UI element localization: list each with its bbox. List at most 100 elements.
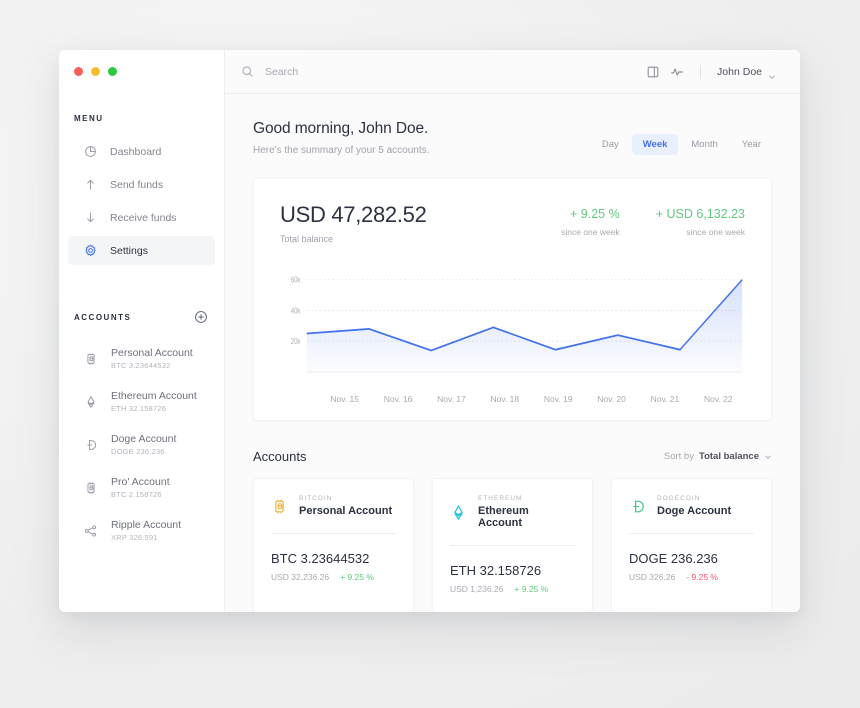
chart-area-fill (306, 279, 743, 372)
account-name: Personal Account (299, 505, 393, 517)
accounts-section-header: ACCOUNTS (59, 310, 224, 324)
tab-week[interactable]: Week (631, 134, 679, 155)
balance-stats: + 9.25 % since one week + USD 6,132.23 s… (561, 202, 745, 237)
tab-day[interactable]: Day (591, 134, 630, 155)
stat-value: + USD 6,132.23 (655, 207, 745, 221)
account-balance: DOGE 236.236 (111, 447, 165, 456)
list-item[interactable]: Personal Account BTC 3.23644532 (59, 337, 224, 380)
stat-absolute-change: + USD 6,132.23 since one week (656, 207, 745, 237)
minimize-window-button[interactable] (91, 67, 100, 76)
gear-icon (84, 244, 97, 257)
account-balance: BTC 3.23644532 (111, 361, 171, 370)
maximize-window-button[interactable] (108, 67, 117, 76)
main-content: John Doe Good morning, John Doe. Here's … (225, 50, 800, 612)
stat-period: since one week (686, 227, 745, 237)
divider (629, 533, 754, 534)
chart-x-label: Nov. 18 (490, 394, 520, 404)
account-card-ethereum[interactable]: ETHEREUM Ethereum Account ETH 32.158726 … (432, 478, 593, 612)
user-name: John Doe (717, 65, 762, 78)
tab-month[interactable]: Month (680, 134, 728, 155)
balance-row: USD 47,282.52 Total balance + 9.25 % sin… (280, 202, 745, 244)
chart-x-label: Nov. 20 (597, 394, 626, 404)
chart-y-tick-labels: 20k 40k 60k (291, 275, 301, 347)
accounts-section-label: ACCOUNTS (74, 312, 132, 322)
bitcoin-icon (84, 352, 98, 366)
account-balance: ETH 32.158726 (111, 404, 167, 413)
window-traffic-lights (59, 50, 224, 76)
account-name: Pro' Account (111, 476, 170, 488)
chart-x-tick-labels: Nov. 15 Nov. 16 Nov. 17 Nov. 18 Nov. 19 Nov. … (318, 394, 745, 404)
sidebar-item-dashboard[interactable]: Dashboard (68, 137, 215, 166)
search-input[interactable] (265, 65, 485, 78)
chevron-down-icon (764, 453, 772, 461)
account-change: + 9.25 % (514, 584, 549, 594)
sidebar-item-send-funds[interactable]: Send funds (68, 170, 215, 199)
sidebar-item-label: Receive funds (110, 211, 177, 224)
account-balance: BTC 2.158726 (111, 490, 162, 499)
total-balance-block: USD 47,282.52 Total balance (280, 202, 427, 244)
account-change: - 9.25 % (686, 572, 718, 582)
account-name: Ethereum Account (111, 390, 197, 402)
plus-circle-icon[interactable] (194, 310, 208, 324)
account-fiat-value: USD 326.26 (629, 572, 676, 582)
account-amount: DOGE 236.236 (629, 551, 718, 566)
balance-chart: 20k 40k 60k (280, 266, 745, 386)
pie-chart-icon (84, 145, 97, 158)
activity-icon[interactable] (670, 65, 684, 79)
user-menu[interactable]: John Doe (717, 65, 776, 79)
chart-svg: 20k 40k 60k (291, 275, 743, 373)
account-cards-row: BITCOIN Personal Account BTC 3.23644532 … (253, 478, 772, 612)
ripple-icon (84, 524, 98, 538)
account-amount: ETH 32.158726 (450, 563, 542, 578)
chevron-down-icon (768, 68, 776, 79)
period-tabs: Day Week Month Year (591, 134, 772, 155)
sidebar-item-receive-funds[interactable]: Receive funds (68, 203, 215, 232)
account-name: Personal Account (111, 347, 193, 359)
tab-year[interactable]: Year (731, 134, 772, 155)
arrow-down-icon (84, 211, 97, 224)
sort-by-prefix: Sort by (663, 451, 694, 462)
chart-x-label: Nov. 21 (650, 394, 680, 404)
arrow-up-icon (84, 178, 97, 191)
list-item[interactable]: Ethereum Account ETH 32.158726 (59, 380, 224, 423)
sidebar-menu: Dashboard Send funds Receive funds Setti… (59, 137, 224, 265)
account-card-header: ETHEREUM Ethereum Account (450, 495, 575, 529)
sidebar-item-settings[interactable]: Settings (68, 236, 215, 265)
account-name: Doge Account (657, 505, 732, 517)
account-card-bitcoin[interactable]: BITCOIN Personal Account BTC 3.23644532 … (253, 478, 414, 612)
search-icon (241, 65, 254, 78)
account-card-dogecoin[interactable]: DOGECOIN Doge Account DOGE 236.236 USD 3… (611, 478, 772, 612)
page-subtitle: Here's the summary of your 5 accounts. (253, 145, 430, 156)
chart-x-label: Nov. 22 (703, 394, 733, 404)
sort-by-control[interactable]: Sort by Total balance (664, 451, 772, 462)
chart-x-label: Nov. 16 (383, 394, 413, 404)
account-balance: XRP 326.591 (111, 533, 158, 542)
account-card-header: BITCOIN Personal Account (271, 495, 396, 517)
dogecoin-icon (84, 438, 98, 452)
sidebar: MENU Dashboard Send funds Receive funds … (59, 50, 225, 612)
chart-x-label: Nov. 19 (543, 394, 573, 404)
device-icon[interactable] (646, 65, 660, 79)
divider (450, 545, 575, 546)
bitcoin-icon (84, 481, 98, 495)
svg-text:40k: 40k (291, 305, 301, 315)
account-fiat-value: USD 1,236.26 (450, 584, 504, 594)
list-item[interactable]: Pro' Account BTC 2.158726 (59, 466, 224, 509)
chart-x-label: Nov. 17 (437, 394, 466, 404)
account-change: + 9.25 % (340, 572, 374, 582)
accounts-title: Accounts (253, 449, 307, 464)
search-bar[interactable] (241, 65, 636, 78)
svg-text:20k: 20k (291, 336, 301, 346)
sidebar-item-label: Dashboard (110, 145, 162, 158)
account-amount: BTC 3.23644532 (271, 551, 370, 566)
greeting-row: Good morning, John Doe. Here's the summa… (253, 120, 772, 156)
list-item[interactable]: Doge Account DOGE 236.236 (59, 423, 224, 466)
coin-symbol: DOGECOIN (657, 495, 701, 502)
dogecoin-icon (629, 498, 646, 515)
sidebar-item-label: Send funds (110, 178, 164, 191)
close-window-button[interactable] (74, 67, 83, 76)
list-item[interactable]: Ripple Account XRP 326.591 (59, 509, 224, 552)
divider (271, 533, 396, 534)
accounts-header: Accounts Sort by Total balance (253, 449, 772, 464)
menu-section-label: MENU (74, 114, 104, 123)
